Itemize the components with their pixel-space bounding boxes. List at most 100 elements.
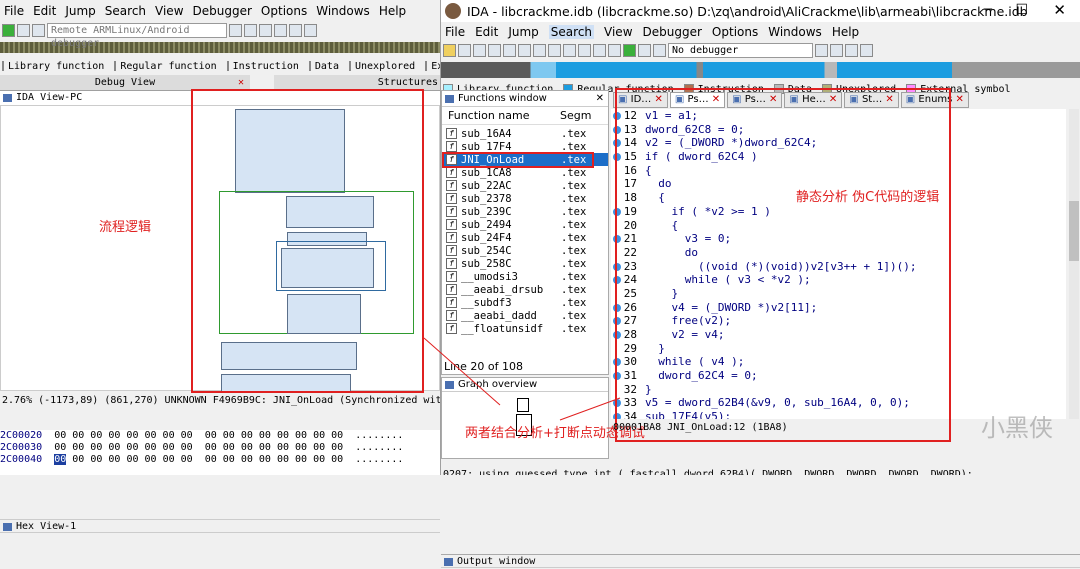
col-segment[interactable]: Segm <box>560 109 591 122</box>
close-icon[interactable]: ✕ <box>1053 1 1066 19</box>
function-icon: f <box>446 193 457 204</box>
return-icon[interactable] <box>304 23 317 37</box>
step-over-icon[interactable] <box>274 23 287 37</box>
function-row[interactable]: f sub_22AC .tex <box>442 179 608 192</box>
menu-item-windows[interactable]: Windows <box>768 25 822 39</box>
dropdown-icon[interactable] <box>815 43 828 57</box>
menu-item-options[interactable]: Options <box>261 4 307 18</box>
function-row[interactable]: f sub_254C .tex <box>442 244 608 257</box>
text-icon[interactable] <box>548 43 561 57</box>
dropdown-icon[interactable] <box>229 23 242 37</box>
function-icon: f <box>446 180 457 191</box>
breakpoint-icon[interactable] <box>860 43 873 57</box>
menu-item-edit[interactable]: Edit <box>475 25 498 39</box>
hex-address: 2C00040 <box>0 454 55 465</box>
hex-view[interactable]: 2C00020 00 00 00 00 00 00 00 00 00 00 00… <box>0 430 440 475</box>
function-icon: f <box>446 219 457 230</box>
col-function-name[interactable]: Function name <box>442 109 560 122</box>
output-text: 0207: using guessed type int ( fastcall … <box>443 469 973 475</box>
menu-item-jump[interactable]: Jump <box>508 25 538 39</box>
legend-label: Data <box>314 60 339 72</box>
function-row[interactable]: f sub_24F4 .tex <box>442 231 608 244</box>
function-row[interactable]: f __aeabi_drsub .tex <box>442 283 608 296</box>
search-next-icon[interactable] <box>518 43 531 57</box>
front-navigation-band[interactable] <box>441 62 1080 78</box>
front-toolbar: No debugger <box>441 42 1080 58</box>
menu-item-debugger[interactable]: Debugger <box>643 25 702 39</box>
function-name: sub_22AC <box>461 179 512 192</box>
code-icon[interactable] <box>608 43 621 57</box>
stop-icon[interactable] <box>32 23 45 37</box>
forward-icon[interactable] <box>488 43 501 57</box>
function-icon[interactable] <box>563 43 576 57</box>
play-icon[interactable] <box>2 23 15 37</box>
hex-icon[interactable] <box>533 43 546 57</box>
function-row[interactable]: f sub_2378 .tex <box>442 192 608 205</box>
ida-view-title-label: IDA View-PC <box>16 92 83 103</box>
debug-icon[interactable] <box>830 43 843 57</box>
function-name: __aeabi_drsub <box>461 283 544 296</box>
function-row[interactable]: f __subdf3 .tex <box>442 296 608 309</box>
graph-overview-pane[interactable]: Graph overview <box>441 377 609 459</box>
close-icon[interactable]: ✕ <box>596 91 604 107</box>
function-name: sub_24F4 <box>461 231 512 244</box>
back-icon[interactable] <box>473 43 486 57</box>
function-segment: .tex <box>561 192 587 205</box>
function-row[interactable]: f __aeabi_dadd .tex <box>442 309 608 322</box>
function-name: sub_2494 <box>461 218 512 231</box>
menu-item-search[interactable]: Search <box>105 4 146 18</box>
function-segment: .tex <box>561 309 587 322</box>
menu-item-jump[interactable]: Jump <box>65 4 95 18</box>
close-icon[interactable]: ✕ <box>952 94 964 105</box>
functions-title-label: Functions window <box>458 93 547 104</box>
search-icon[interactable] <box>503 43 516 57</box>
step-icon[interactable] <box>845 43 858 57</box>
function-name: sub_2378 <box>461 192 512 205</box>
stop-icon[interactable] <box>653 43 666 57</box>
function-row[interactable]: f sub_258C .tex <box>442 257 608 270</box>
menu-item-options[interactable]: Options <box>712 25 758 39</box>
function-row[interactable]: f sub_16A4 .tex <box>442 127 608 140</box>
functions-icon <box>445 95 454 103</box>
struct-icon[interactable] <box>578 43 591 57</box>
menu-item-view[interactable]: View <box>604 25 632 39</box>
menu-item-edit[interactable]: Edit <box>33 4 56 18</box>
functions-pane: Functions window ✕ Function name Segm fs… <box>441 90 609 375</box>
scrollbar[interactable] <box>1069 109 1079 419</box>
menu-item-file[interactable]: File <box>4 4 24 18</box>
save-icon[interactable] <box>458 43 471 57</box>
menu-item-file[interactable]: File <box>445 25 465 39</box>
close-icon[interactable]: ✕ <box>238 75 244 90</box>
function-segment: .tex <box>561 127 587 140</box>
menu-item-windows[interactable]: Windows <box>316 4 370 18</box>
function-row[interactable]: f __floatunsidf .tex <box>442 322 608 335</box>
menu-item-debugger[interactable]: Debugger <box>193 4 252 18</box>
run-icon[interactable] <box>623 43 636 57</box>
menu-item-search[interactable]: Search <box>548 25 595 39</box>
pause-icon[interactable] <box>638 43 651 57</box>
function-segment: .tex <box>561 283 587 296</box>
legend-label: Regular function <box>120 60 217 72</box>
maximize-icon[interactable]: ☐ <box>1015 2 1028 18</box>
function-name: sub_258C <box>461 257 512 270</box>
menu-item-view[interactable]: View <box>155 4 183 18</box>
debugger-select[interactable]: No debugger <box>668 42 813 58</box>
step-into-icon[interactable] <box>259 23 272 37</box>
debugger-select[interactable]: Remote ARMLinux/Android debugger <box>47 22 227 49</box>
menu-item-help[interactable]: Help <box>832 25 859 39</box>
run-to-icon[interactable] <box>289 23 302 37</box>
pause-icon[interactable] <box>17 23 30 37</box>
hex-selected-byte[interactable]: 00 <box>54 454 67 465</box>
minimize-icon[interactable]: ─ <box>984 2 992 18</box>
open-icon[interactable] <box>443 43 456 57</box>
menu-item-help[interactable]: Help <box>379 4 406 18</box>
back-ida-window: File Edit Jump Search View Debugger Options Win… <box>0 0 472 533</box>
function-row[interactable]: f sub_2494 .tex <box>442 218 608 231</box>
scrollbar-thumb[interactable] <box>1069 201 1079 261</box>
function-icon: f <box>446 310 457 321</box>
function-row[interactable]: f __umodsi3 .tex <box>442 270 608 283</box>
debug-icon[interactable] <box>244 23 257 37</box>
function-segment: .tex <box>561 244 587 257</box>
function-row[interactable]: f sub_239C .tex <box>442 205 608 218</box>
graph-icon[interactable] <box>593 43 606 57</box>
